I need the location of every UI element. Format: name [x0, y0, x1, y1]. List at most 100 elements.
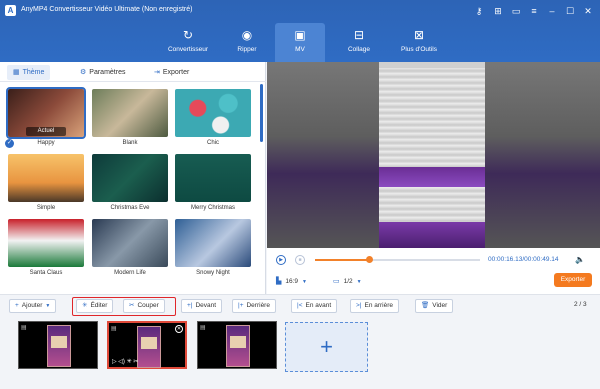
clip-thumbnail	[47, 325, 71, 367]
theme-thumbnail	[92, 219, 168, 267]
toolbox-icon: ⊠	[413, 28, 425, 42]
add-clip-button[interactable]: +	[285, 322, 368, 372]
timeline-clip[interactable]: ▤	[197, 321, 277, 369]
preview-band	[379, 222, 485, 248]
clip-thumbnail	[137, 326, 161, 368]
tab-exporter[interactable]: ⇥ Exporter	[148, 65, 195, 80]
theme-thumbnail	[175, 89, 251, 137]
tab-collage[interactable]: ⊟ Collage	[334, 23, 384, 62]
timecode: 00:00:16.13/00:00:49.14	[488, 256, 559, 263]
remove-clip-icon[interactable]: ✕	[175, 325, 183, 333]
theme-scrollbar[interactable]	[260, 84, 263, 142]
scissors-icon[interactable]: ✂	[133, 359, 138, 365]
plus-icon: +	[15, 302, 19, 309]
clip-photo	[141, 337, 157, 349]
theme-thumbnail: Actuel	[6, 87, 86, 139]
add-button[interactable]: + Ajouter ▼	[9, 299, 57, 313]
clip-thumbnail	[226, 325, 250, 367]
trash-icon: 🗑	[421, 302, 430, 309]
play-icon[interactable]: ▶	[276, 255, 286, 265]
chevron-down-icon: ▼	[302, 279, 307, 285]
clip-actions: ▷ ◁) ✳ ✂	[112, 358, 138, 365]
collage-icon: ⊟	[353, 28, 365, 42]
progress-knob[interactable]	[366, 256, 374, 263]
button-label: En arrière	[364, 302, 394, 309]
maximize-icon[interactable]: ☐	[563, 4, 577, 18]
button-label: Vider	[432, 302, 448, 309]
tab-ripper[interactable]: ◉ Ripper	[222, 23, 272, 62]
theme-thumbnail	[92, 89, 168, 137]
theme-label: Santa Claus	[29, 270, 63, 276]
clip-photo	[51, 336, 67, 348]
aspect-ratio-value: 16:9	[285, 278, 299, 285]
disc-icon: ◉	[241, 28, 253, 42]
theme-label: Snowy Night	[196, 270, 230, 276]
timeline-clip-selected[interactable]: ▤ ✕ ▷ ◁) ✳ ✂	[107, 321, 187, 369]
volume-icon[interactable]: ◁)	[118, 359, 125, 365]
chat-icon[interactable]: ▭	[509, 4, 523, 18]
tab-theme[interactable]: ▦ Thème	[7, 65, 51, 80]
panel-tabs: ▦ Thème ⚙ Paramètres ⇥ Exporter	[0, 62, 266, 82]
preview-band	[379, 62, 485, 68]
minimize-icon[interactable]: –	[545, 4, 559, 18]
key-icon[interactable]: ⚷	[472, 4, 486, 18]
tab-mv[interactable]: ▣ MV	[275, 23, 325, 62]
preview-frame	[379, 62, 485, 248]
app-logo: A	[5, 5, 16, 16]
convert-icon: ↻	[182, 28, 194, 42]
preview-band	[379, 167, 485, 187]
tab-plus-outils[interactable]: ⊠ Plus d'Outils	[392, 23, 446, 62]
clip-photo	[230, 336, 246, 348]
close-icon[interactable]: ✕	[581, 4, 595, 18]
preview-blur-left	[267, 62, 379, 248]
forward-button[interactable]: |< En avant	[291, 299, 338, 313]
theme-label: Modern Life	[114, 270, 146, 276]
progress-bar[interactable]	[315, 256, 480, 263]
page-select[interactable]: ▭ 1/2 ▼	[333, 277, 362, 285]
backward-button[interactable]: >| En arrière	[350, 299, 400, 313]
highlight-box	[72, 297, 176, 316]
clear-button[interactable]: 🗑 Vider	[415, 299, 454, 313]
back-button[interactable]: |+ Derrière	[232, 299, 276, 313]
menu-icon[interactable]: ≡	[527, 4, 541, 18]
film-icon: ▤	[21, 325, 27, 331]
tab-label: Plus d'Outils	[401, 46, 437, 53]
aspect-icon: ▙	[276, 278, 282, 285]
current-time: 00:00:16.13	[488, 256, 523, 263]
tab-label: Ripper	[237, 46, 257, 53]
timeline-clip[interactable]: ▤	[18, 321, 98, 369]
total-time: /00:00:49.14	[522, 256, 559, 263]
page-value: 1/2	[343, 278, 353, 285]
cart-icon[interactable]: ⊞	[491, 4, 505, 18]
play-icon[interactable]: ▷	[112, 359, 117, 365]
settings-icon: ⚙	[80, 69, 87, 76]
edit-icon[interactable]: ✳	[127, 359, 132, 365]
tab-parametres[interactable]: ⚙ Paramètres	[74, 65, 131, 80]
timeline: ▤ ▤ ✕ ▷ ◁) ✳ ✂ ▤ +	[0, 316, 600, 389]
aspect-ratio-select[interactable]: ▙ 16:9 ▼	[276, 277, 307, 285]
theme-grid: Actuel ✓ Happy Blank Chic Simple Christm…	[0, 86, 262, 294]
tab-convertisseur[interactable]: ↻ Convertisseur	[157, 23, 219, 62]
stop-icon[interactable]: ■	[295, 255, 305, 265]
video-preview	[267, 62, 600, 248]
theme-thumbnail	[8, 219, 84, 267]
progress-fill	[315, 259, 370, 261]
player-controls: ▶ ■ 00:00:16.13/00:00:49.14 🔈 ▙ 16:9 ▼ ▭ 1/…	[267, 248, 600, 294]
theme-label: Simple	[36, 205, 56, 211]
front-button[interactable]: +| Devant	[181, 299, 223, 313]
theme-thumbnail	[8, 154, 84, 202]
tab-label: Collage	[347, 46, 371, 53]
film-icon: ▤	[200, 325, 206, 331]
volume-icon[interactable]: 🔈	[575, 255, 585, 264]
theme-label: Merry Christmas	[190, 205, 235, 211]
header: A AnyMP4 Convertisseur Vidéo Ultimate (N…	[0, 0, 600, 62]
app-title: AnyMP4 Convertisseur Vidéo Ultimate (Non…	[21, 6, 193, 13]
export-button[interactable]: Exporter	[554, 273, 592, 287]
mv-icon: ▣	[294, 28, 306, 42]
back-icon: |+	[238, 302, 244, 309]
tab-label: Paramètres	[89, 69, 126, 76]
tab-label: MV	[295, 46, 305, 53]
theme-label: Blank	[122, 140, 138, 146]
button-label: En avant	[305, 302, 332, 309]
grid-icon: ▦	[13, 69, 20, 76]
